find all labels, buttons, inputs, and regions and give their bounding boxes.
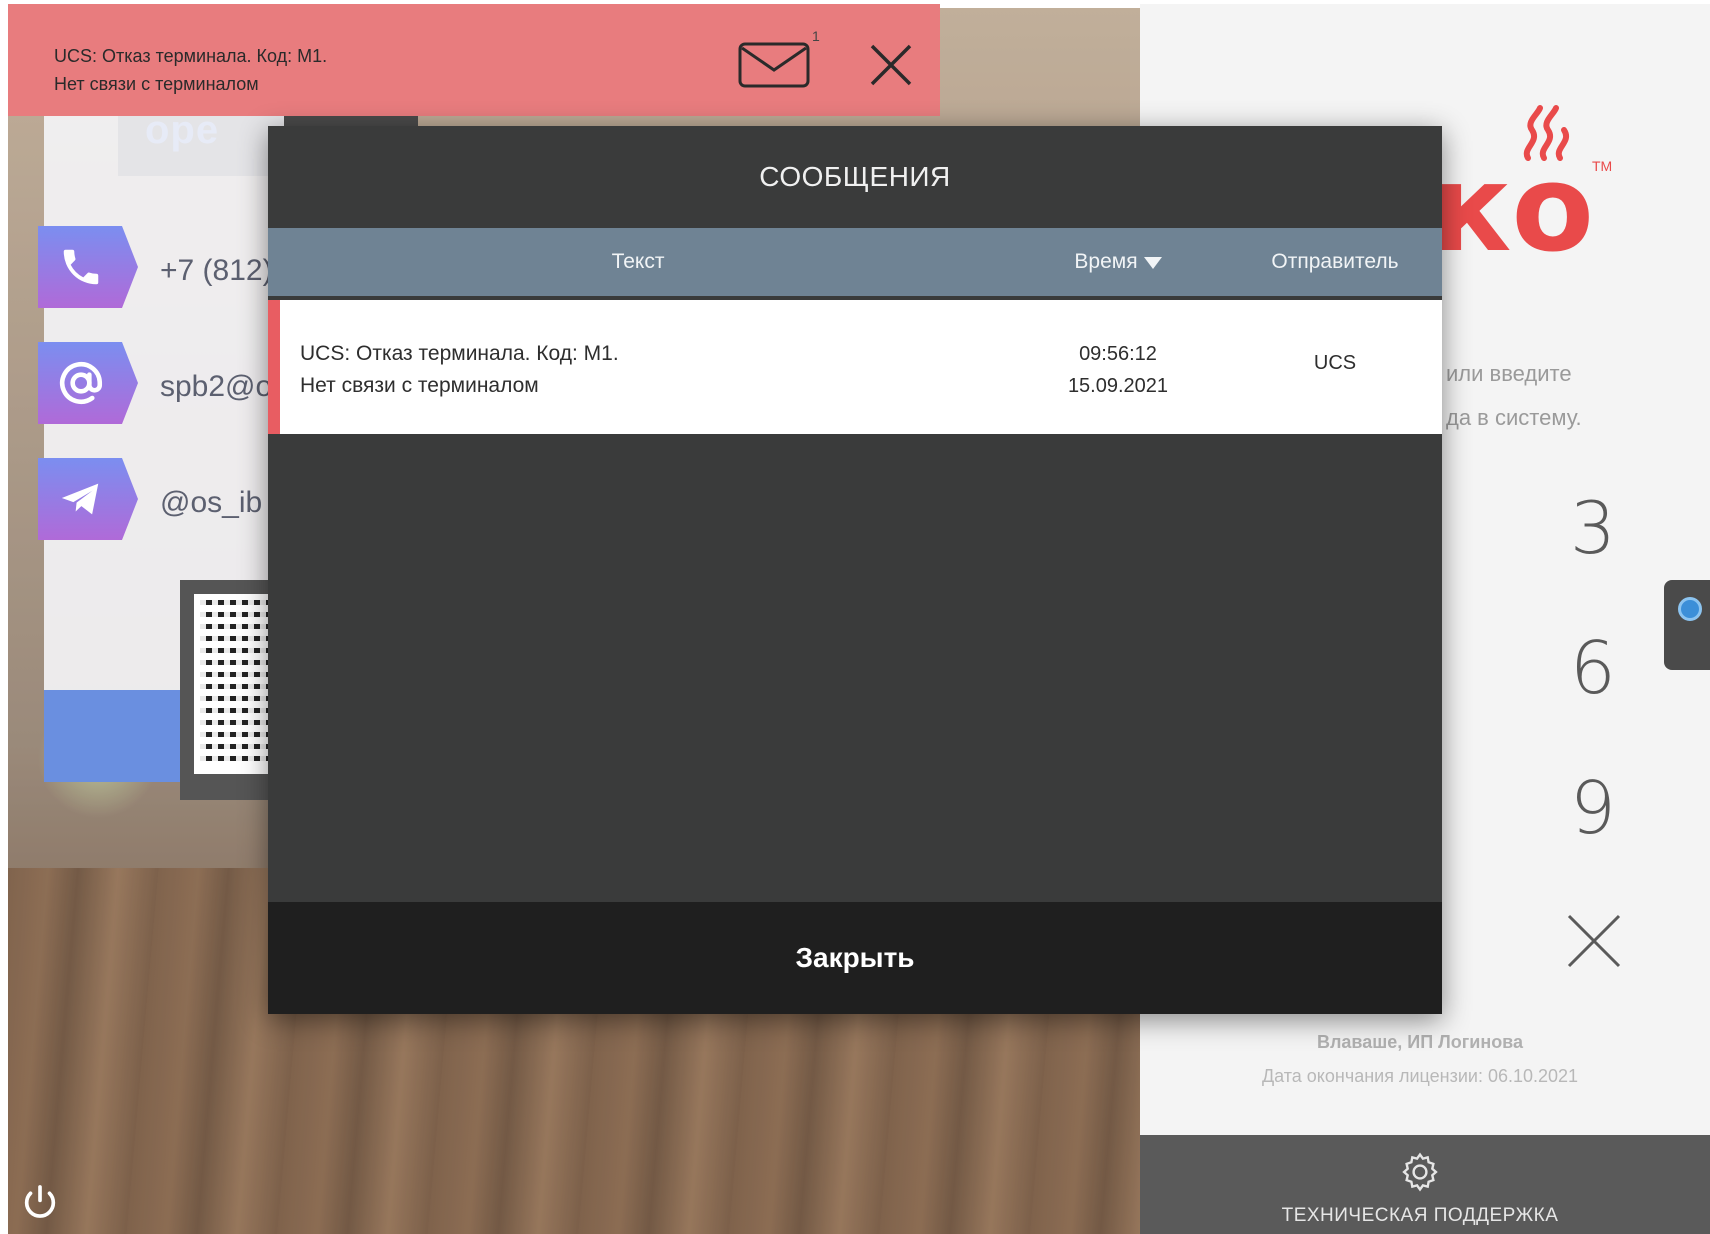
messages-dialog: СООБЩЕНИЯ Текст Время Отправитель UCS: О… [268, 126, 1442, 1014]
table-row[interactable]: UCS: Отказ терминала. Код: M1. Нет связи… [268, 300, 1442, 434]
dialog-title: СООБЩЕНИЯ [759, 161, 951, 192]
support-label[interactable]: ТЕХНИЧЕСКАЯ ПОДДЕРЖКА [1140, 1205, 1700, 1227]
gear-icon[interactable] [1398, 1150, 1442, 1194]
power-icon[interactable] [20, 1182, 60, 1222]
column-header-time[interactable]: Время [1008, 228, 1228, 296]
contact-phone: +7 (812) [160, 254, 270, 287]
unread-count-badge: 1 [812, 28, 820, 44]
numpad-key-6[interactable]: 6 [1570, 626, 1616, 710]
numpad-key-3[interactable]: 3 [1570, 486, 1616, 570]
close-icon[interactable] [868, 42, 914, 88]
contact-card-accent [44, 690, 184, 782]
numpad-key-9[interactable]: 9 [1570, 766, 1616, 850]
column-header-text[interactable]: Текст [268, 228, 1008, 296]
close-button[interactable]: Закрыть [268, 902, 1442, 1014]
notification-text: UCS: Отказ терминала. Код: M1. Нет связи… [54, 46, 328, 94]
brand-logo: ко [1430, 140, 1594, 279]
company-name: Влаваше, ИП Логинова [1316, 1032, 1524, 1052]
phone-icon [38, 226, 138, 308]
column-header-sender[interactable]: Отправитель [1228, 228, 1442, 296]
message-sender: UCS [1313, 352, 1357, 374]
numpad-clear-icon[interactable] [1565, 912, 1623, 970]
telegram-icon [38, 458, 138, 540]
message-timestamp: 09:56:12 15.09.2021 [1067, 343, 1169, 397]
teamviewer-icon[interactable] [1678, 597, 1702, 621]
envelope-icon[interactable] [738, 42, 810, 88]
message-text: UCS: Отказ терминала. Код: M1. Нет связи… [300, 342, 619, 397]
table-header: Текст Время Отправитель [268, 228, 1442, 296]
license-expiry: Дата окончания лицензии: 06.10.2021 [1261, 1066, 1579, 1086]
at-sign-icon [38, 342, 138, 424]
login-hint: или введите да в систему. [1446, 361, 1582, 430]
contact-telegram: @os_ib [160, 486, 263, 519]
sort-descending-icon [1143, 257, 1162, 269]
brand-trademark: TM [1592, 158, 1613, 174]
notification-bar[interactable]: UCS: Отказ терминала. Код: M1. Нет связи… [8, 4, 940, 116]
remote-support-tab[interactable] [1664, 580, 1710, 670]
contact-email: spb2@o [160, 370, 270, 403]
